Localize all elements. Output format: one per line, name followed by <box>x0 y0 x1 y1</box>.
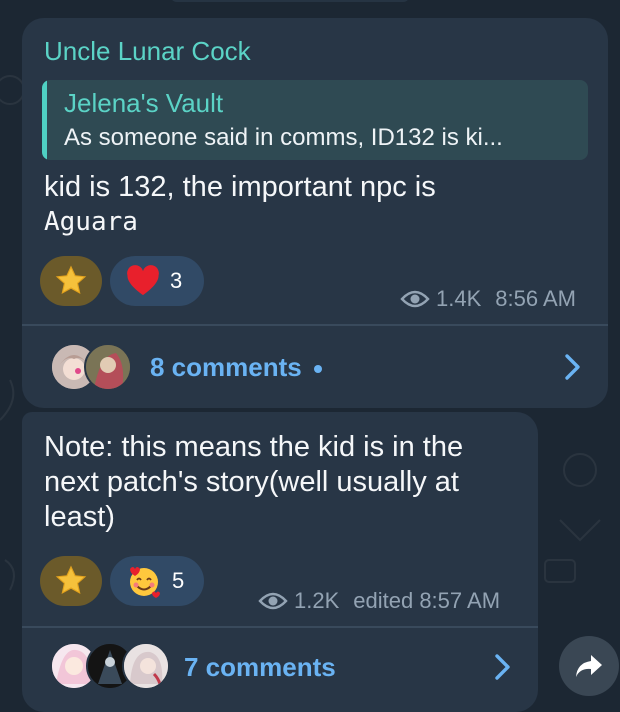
previous-message-edge <box>170 0 410 2</box>
reaction-count: 5 <box>172 568 185 593</box>
eye-icon <box>400 290 430 308</box>
reply-quote[interactable]: Jelena's Vault As someone said in comms,… <box>42 80 588 160</box>
message-text: Note: this means the kid is in the next … <box>44 430 463 535</box>
unread-dot <box>313 365 322 374</box>
reply-title: Jelena's Vault <box>64 88 224 118</box>
channel-message[interactable]: Uncle Lunar Cock Jelena's Vault As someo… <box>22 18 608 408</box>
star-icon <box>55 265 87 295</box>
reaction-star[interactable] <box>40 556 102 606</box>
reply-text: As someone said in comms, ID132 is ki... <box>64 124 503 151</box>
avatar-image <box>124 644 168 688</box>
eye-icon <box>258 592 288 610</box>
channel-message[interactable]: Note: this means the kid is in the next … <box>22 412 538 712</box>
message-text-line: least) <box>44 501 115 533</box>
smiling-face-with-hearts-icon <box>130 567 160 598</box>
reaction-face[interactable]: 5 <box>110 556 204 606</box>
message-time: 8:56 AM <box>495 286 576 311</box>
commenter-avatar <box>84 343 132 391</box>
view-count: 1.2K <box>294 588 340 613</box>
reply-accent-bar <box>42 80 47 160</box>
commenter-avatar <box>122 642 170 690</box>
heart-icon <box>127 265 159 296</box>
comments-divider <box>22 324 608 326</box>
message-text-line: kid is 132, the important npc is <box>44 171 436 203</box>
view-count: 1.4K <box>436 286 482 311</box>
message-meta: 1.2K edited 8:57 AM <box>258 588 500 614</box>
message-code-text[interactable]: Aguara <box>44 205 436 240</box>
comments-link[interactable]: 7 comments <box>184 652 336 683</box>
chevron-right-icon[interactable] <box>562 352 584 382</box>
chevron-right-icon[interactable] <box>492 652 514 682</box>
sender-name[interactable]: Uncle Lunar Cock <box>44 36 251 67</box>
reaction-heart[interactable]: 3 <box>110 256 204 306</box>
comments-count[interactable]: 8 comments <box>150 352 302 382</box>
share-button[interactable] <box>559 636 619 696</box>
message-text-line: Note: this means the kid is in the <box>44 431 464 463</box>
comments-link[interactable]: 8 comments <box>150 352 322 383</box>
message-text-line: next patch's story(well usually at <box>44 466 459 498</box>
share-arrow-icon <box>576 655 602 677</box>
comments-divider <box>22 626 538 628</box>
message-meta: 1.4K 8:56 AM <box>400 286 576 312</box>
reaction-star[interactable] <box>40 256 102 306</box>
star-icon <box>55 565 87 595</box>
message-text: kid is 132, the important npc is Aguara <box>44 170 436 240</box>
comments-count[interactable]: 7 comments <box>184 652 336 682</box>
message-time: edited 8:57 AM <box>353 588 501 613</box>
reaction-count: 3 <box>170 268 183 293</box>
avatar-image <box>86 345 130 389</box>
